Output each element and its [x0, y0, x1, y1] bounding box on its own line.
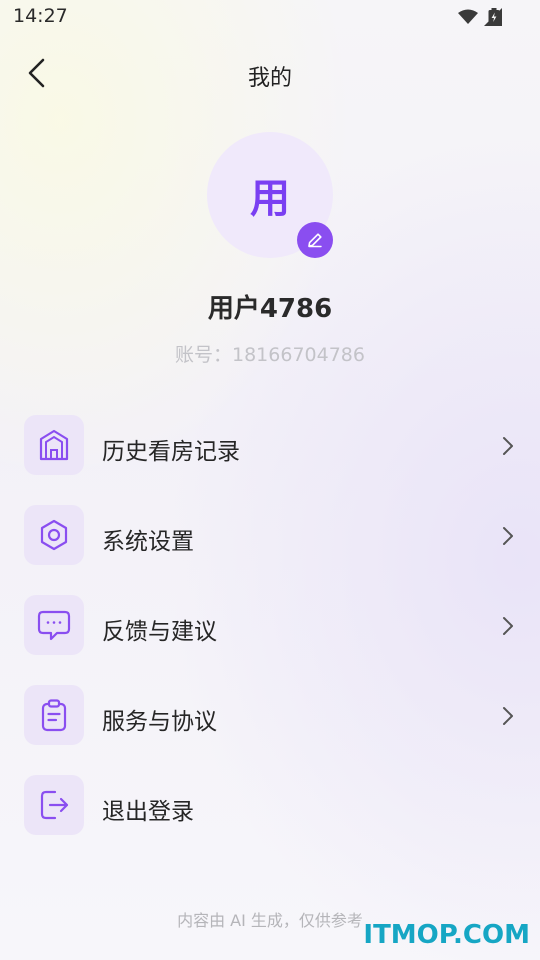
menu-item-logout[interactable]: 退出登录: [0, 775, 540, 837]
chevron-right-icon: [503, 707, 513, 725]
menu-label: 反馈与建议: [102, 619, 217, 645]
menu-icon-bg: [24, 685, 84, 745]
menu-label: 退出登录: [102, 799, 194, 825]
menu-icon-bg: [24, 775, 84, 835]
username: 用户4786: [207, 294, 333, 324]
menu-item-terms[interactable]: 服务与协议: [0, 685, 540, 747]
avatar-initial: 用: [250, 176, 290, 222]
logout-icon: [40, 790, 69, 820]
header: 我的: [0, 44, 540, 104]
menu-icon-bg: [24, 505, 84, 565]
status-time: 14:27: [13, 5, 68, 27]
chevron-right-icon: [503, 527, 513, 545]
menu-label: 历史看房记录: [102, 439, 240, 465]
pencil-icon: [308, 233, 322, 248]
menu-icon-bg: [24, 595, 84, 655]
wifi-icon: [458, 9, 478, 24]
menu-item-feedback[interactable]: 反馈与建议: [0, 595, 540, 657]
page-title: 我的: [247, 66, 292, 91]
house-icon: [39, 429, 69, 461]
menu-item-system-settings[interactable]: 系统设置: [0, 505, 540, 567]
battery-icon: [488, 8, 500, 26]
status-bar: 14:27: [0, 0, 540, 34]
menu-item-viewing-history[interactable]: 历史看房记录: [0, 415, 540, 477]
account-number: 账号：18166704786: [175, 344, 365, 366]
watermark-logo: ITMOP.COM: [363, 920, 530, 950]
edit-avatar-button[interactable]: [297, 222, 333, 258]
menu-label: 服务与协议: [102, 709, 217, 735]
menu-icon-bg: [24, 415, 84, 475]
menu-label: 系统设置: [102, 529, 194, 555]
chevron-right-icon: [503, 437, 513, 455]
chat-bubble-icon: [37, 610, 71, 641]
hexagon-settings-icon: [40, 519, 68, 551]
clipboard-icon: [41, 699, 67, 732]
chevron-right-icon: [503, 617, 513, 635]
